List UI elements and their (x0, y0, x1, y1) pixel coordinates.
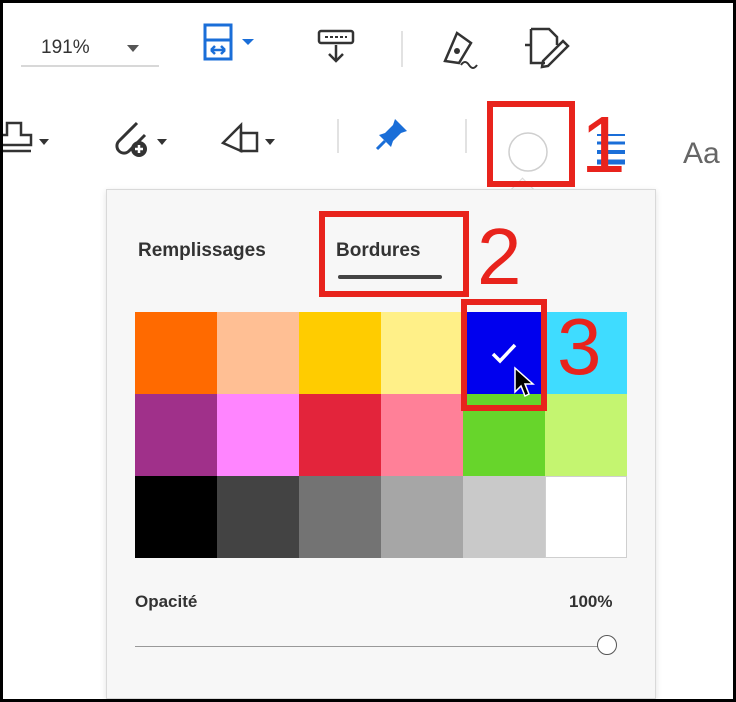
shapes-icon[interactable] (219, 115, 285, 161)
text-properties-button[interactable]: Aa (683, 137, 720, 171)
color-swatch[interactable] (545, 476, 627, 558)
color-swatch-grid (135, 312, 627, 558)
color-swatch[interactable] (299, 312, 381, 394)
opacity-label: Opacité (135, 592, 198, 611)
zoom-value: 191% (41, 37, 90, 58)
edit-document-icon[interactable] (523, 23, 571, 69)
color-swatch[interactable] (135, 476, 217, 558)
color-swatch[interactable] (381, 394, 463, 476)
opacity-value: 100% (569, 592, 613, 611)
chevron-down-icon (127, 45, 139, 52)
toolbar-top: 191% (3, 3, 733, 85)
opacity-slider-track[interactable] (135, 646, 613, 647)
scroll-down-icon[interactable] (315, 27, 359, 67)
color-swatch[interactable] (299, 476, 381, 558)
annotation-box-1 (487, 101, 575, 187)
app-window: 191% Aa Remplissages Bordures Opacité 10… (0, 0, 736, 702)
annotation-number-2: 2 (477, 212, 522, 301)
annotation-box-2 (319, 211, 469, 297)
toolbar-divider (337, 119, 339, 153)
pin-icon[interactable] (373, 115, 413, 157)
attach-file-icon[interactable] (107, 115, 173, 161)
color-swatch[interactable] (545, 394, 627, 476)
fit-page-width-icon[interactable] (199, 23, 269, 69)
color-swatch[interactable] (381, 476, 463, 558)
color-swatch[interactable] (135, 394, 217, 476)
opacity-slider-thumb[interactable] (597, 635, 617, 655)
mouse-cursor-icon (514, 366, 535, 398)
stamp-icon[interactable] (0, 115, 57, 161)
color-swatch[interactable] (463, 476, 545, 558)
tab-fills[interactable]: Remplissages (138, 240, 266, 262)
color-swatch[interactable] (217, 312, 299, 394)
color-swatch[interactable] (135, 312, 217, 394)
sign-pen-icon[interactable] (437, 25, 485, 69)
color-swatch[interactable] (217, 394, 299, 476)
color-swatch[interactable] (217, 476, 299, 558)
zoom-dropdown[interactable]: 191% (21, 25, 159, 67)
toolbar-divider (401, 31, 403, 67)
annotation-number-1: 1 (581, 100, 626, 189)
annotation-number-3: 3 (557, 302, 602, 391)
toolbar-divider (465, 119, 467, 153)
color-swatch[interactable] (381, 312, 463, 394)
color-swatch[interactable] (299, 394, 381, 476)
